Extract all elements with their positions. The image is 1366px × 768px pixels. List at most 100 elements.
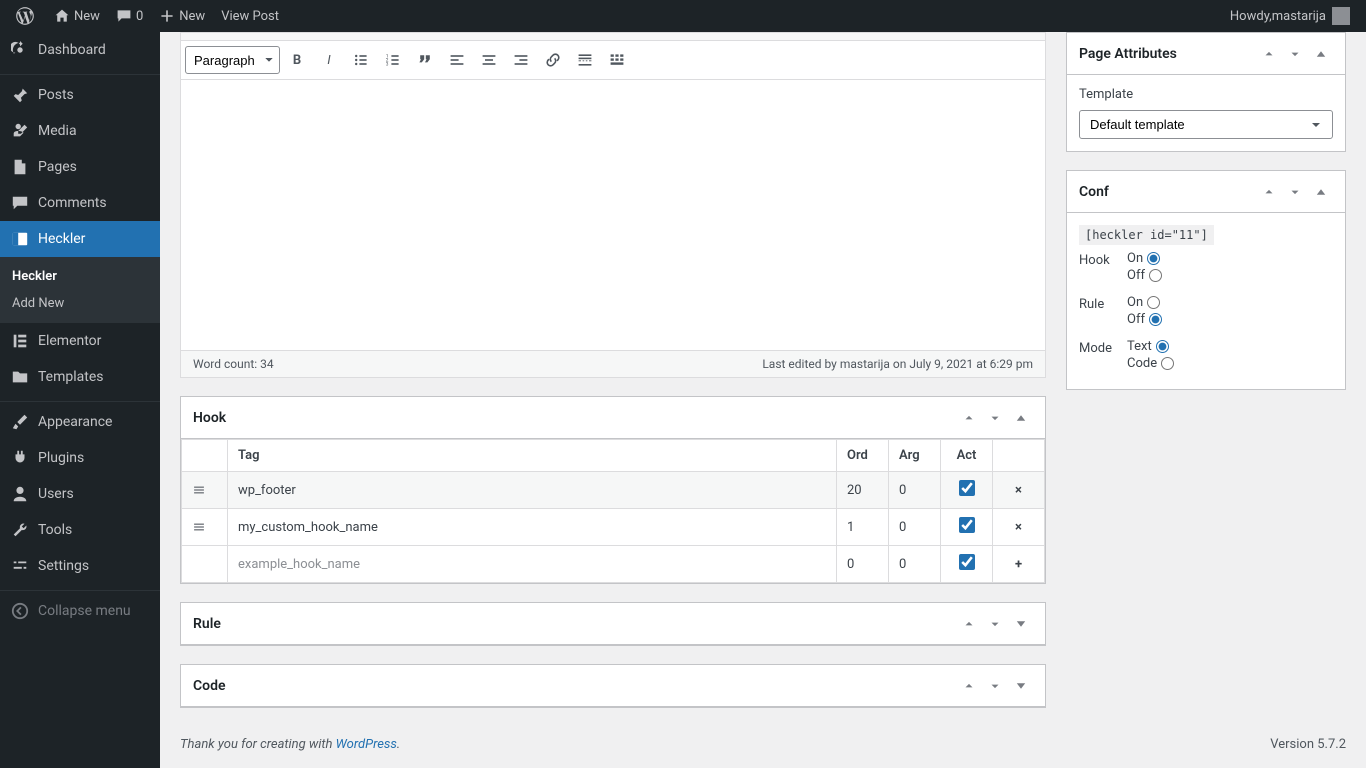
act-checkbox[interactable] (959, 554, 975, 570)
svg-text:3: 3 (386, 62, 389, 68)
menu-label: Pages (38, 159, 77, 175)
bullet-list-button[interactable] (346, 45, 376, 75)
submenu-heckler-add-new[interactable]: Add New (0, 290, 160, 317)
menu-appearance[interactable]: Appearance (0, 404, 160, 440)
cell-arg[interactable]: 0 (889, 509, 941, 546)
chevron-down-icon[interactable] (1283, 42, 1307, 66)
readmore-button[interactable] (570, 45, 600, 75)
chevron-up-icon[interactable] (957, 612, 981, 636)
menu-dashboard[interactable]: Dashboard (0, 32, 160, 68)
triangle-down-icon[interactable] (1009, 674, 1033, 698)
menu-templates[interactable]: Templates (0, 359, 160, 395)
numbered-list-button[interactable]: 123 (378, 45, 408, 75)
cell-ord[interactable]: 1 (837, 509, 889, 546)
add-row-button[interactable]: + (993, 546, 1045, 583)
postbox-hook: Hook Tag Ord Arg Act (180, 396, 1046, 584)
act-checkbox[interactable] (959, 480, 975, 496)
menu-pages[interactable]: Pages (0, 149, 160, 185)
conf-mode-code[interactable]: Code (1127, 356, 1174, 371)
table-row: wp_footer200 × (182, 472, 1045, 509)
template-select[interactable]: Default template (1079, 110, 1333, 139)
triangle-up-icon[interactable] (1309, 180, 1333, 204)
chevron-up-icon[interactable] (957, 674, 981, 698)
footer-version: Version 5.7.2 (1270, 737, 1346, 752)
toolbar-toggle-button[interactable] (602, 45, 632, 75)
chevron-down-icon[interactable] (983, 674, 1007, 698)
adminbar-new[interactable]: New (151, 0, 213, 32)
submenu-heckler-all[interactable]: Heckler (0, 263, 160, 290)
drag-handle[interactable] (182, 509, 228, 546)
postbox-title: Conf (1079, 184, 1109, 200)
conf-rule-off[interactable]: Off (1127, 312, 1162, 327)
remove-row-button[interactable]: × (993, 472, 1045, 509)
cell-arg[interactable]: 0 (889, 546, 941, 583)
adminbar-account[interactable]: Howdy, mastarija (1222, 0, 1358, 32)
cell-ord[interactable]: 20 (837, 472, 889, 509)
chevron-up-icon[interactable] (1257, 42, 1281, 66)
link-button[interactable] (538, 45, 568, 75)
chevron-down-icon[interactable] (983, 612, 1007, 636)
menu-label: Templates (38, 369, 104, 385)
adminbar-comments[interactable]: 0 (108, 0, 151, 32)
footer-wp-link[interactable]: WordPress (336, 737, 397, 752)
postbox-rule: Rule (180, 602, 1046, 646)
table-row: example_hook_name00+ (182, 546, 1045, 583)
home-icon (54, 8, 70, 24)
menu-heckler[interactable]: Heckler (0, 221, 160, 257)
postbox-title: Rule (193, 616, 221, 632)
menu-label: Comments (38, 195, 107, 211)
act-checkbox[interactable] (959, 517, 975, 533)
cell-ord[interactable]: 0 (837, 546, 889, 583)
menu-settings[interactable]: Settings (0, 548, 160, 584)
chevron-up-icon[interactable] (957, 406, 981, 430)
menu-elementor[interactable]: Elementor (0, 323, 160, 359)
cell-arg[interactable]: 0 (889, 472, 941, 509)
postbox-title: Page Attributes (1079, 46, 1177, 62)
italic-button[interactable]: I (314, 45, 344, 75)
cell-tag[interactable]: example_hook_name (228, 546, 837, 583)
menu-tools[interactable]: Tools (0, 512, 160, 548)
adminbar-site-home[interactable]: New (46, 0, 108, 32)
conf-mode-text[interactable]: Text (1127, 339, 1174, 354)
admin-menu: Dashboard Posts Media Pages Comments Hec… (0, 32, 160, 768)
conf-rule-on[interactable]: On (1127, 295, 1162, 310)
conf-hook-off[interactable]: Off (1127, 268, 1162, 283)
menu-label: Users (38, 486, 74, 502)
adminbar-wp-logo[interactable] (8, 0, 46, 32)
menu-media[interactable]: Media (0, 113, 160, 149)
format-select[interactable]: Paragraph (185, 46, 280, 74)
editor-content[interactable] (181, 80, 1045, 350)
chevron-down-icon[interactable] (983, 406, 1007, 430)
chevron-down-icon[interactable] (1283, 180, 1307, 204)
align-right-button[interactable] (506, 45, 536, 75)
elementor-icon (10, 331, 30, 351)
adminbar-view-post[interactable]: View Post (213, 0, 287, 32)
align-left-button[interactable] (442, 45, 472, 75)
comment-icon (116, 8, 132, 24)
triangle-up-icon[interactable] (1309, 42, 1333, 66)
menu-label: Settings (38, 558, 89, 574)
cell-tag[interactable]: wp_footer (228, 472, 837, 509)
cell-act (941, 509, 993, 546)
submenu-heckler: Heckler Add New (0, 257, 160, 323)
cell-tag[interactable]: my_custom_hook_name (228, 509, 837, 546)
remove-row-button[interactable]: × (993, 509, 1045, 546)
triangle-up-icon[interactable] (1009, 406, 1033, 430)
pin-icon (10, 85, 30, 105)
menu-plugins[interactable]: Plugins (0, 440, 160, 476)
menu-comments[interactable]: Comments (0, 185, 160, 221)
menu-label: Tools (38, 522, 72, 538)
adminbar-comments-count: 0 (136, 9, 143, 24)
menu-users[interactable]: Users (0, 476, 160, 512)
conf-hook-on[interactable]: On (1127, 251, 1162, 266)
chevron-up-icon[interactable] (1257, 180, 1281, 204)
blockquote-button[interactable] (410, 45, 440, 75)
triangle-down-icon[interactable] (1009, 612, 1033, 636)
conf-hook-label: Hook (1079, 251, 1127, 268)
drag-handle[interactable] (182, 472, 228, 509)
plugin-icon (10, 448, 30, 468)
menu-posts[interactable]: Posts (0, 77, 160, 113)
bold-button[interactable]: B (282, 45, 312, 75)
align-center-button[interactable] (474, 45, 504, 75)
menu-collapse[interactable]: Collapse menu (0, 593, 160, 629)
